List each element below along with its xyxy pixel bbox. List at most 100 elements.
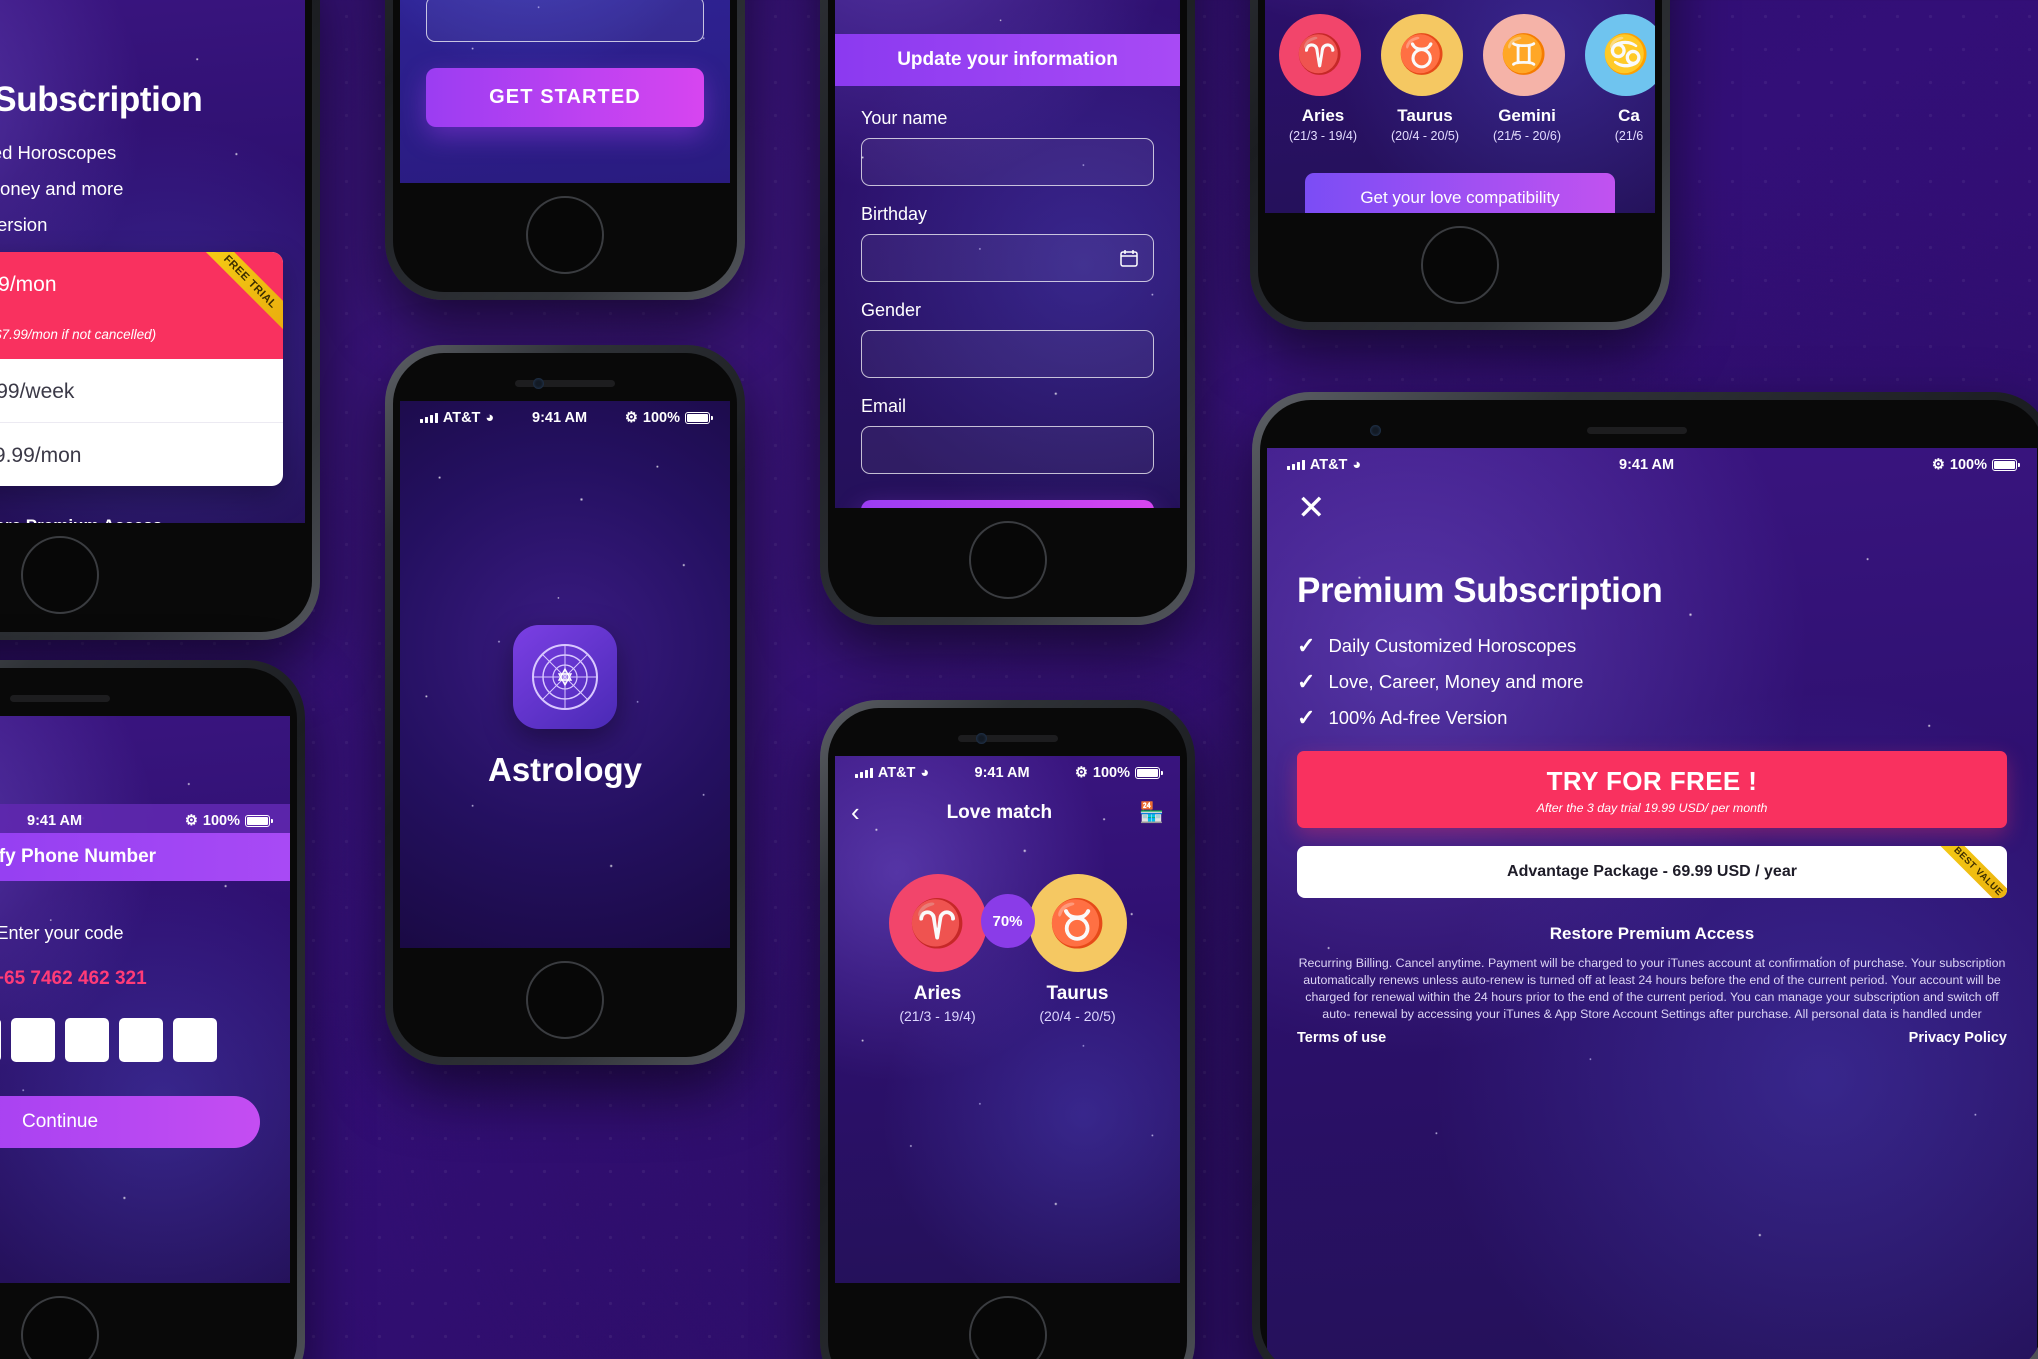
get-started-button[interactable]: GET STARTED [861, 500, 1154, 508]
field-group-name: Your name [861, 108, 1154, 186]
continue-button[interactable]: Continue [0, 1096, 260, 1148]
screen-zodiac-list: ♈ Aries (21/3 - 19/4) ♉ Taurus (20/4 - 2… [1265, 0, 1655, 213]
screen-verify: AT&T ◕ 9:41 AM ⚙ 100% Verify Phone Numbe… [0, 716, 290, 1283]
carrier-label: AT&T [442, 410, 481, 426]
phone-number-row[interactable]: ✎ +65 7462 462 321 [0, 968, 260, 990]
page-title: Premium Subscription [0, 80, 203, 119]
match-left[interactable]: ♈ Aries (21/3 - 19/4) [888, 874, 987, 1024]
feature-item: ✓ 100% Ad-free Version [0, 214, 283, 236]
zodiac-avatar: ♈ [1279, 14, 1361, 96]
store-icon[interactable]: 🏪 [1139, 800, 1164, 825]
legal-text: Recurring Billing. Cancel anytime. Payme… [1298, 956, 2006, 1021]
feature-label: Love, Career, Money and more [1328, 671, 1584, 692]
zodiac-dates: (21/3 - 19/4) [899, 1008, 976, 1024]
check-icon: ✓ [1297, 633, 1316, 658]
match-percent-badge: 70% [980, 894, 1035, 948]
home-button[interactable] [21, 1296, 99, 1359]
signal-icon [420, 413, 438, 423]
love-compatibility-button[interactable]: Get your love compatibility [1305, 173, 1615, 213]
ribbon-label: FREE TRIAL [189, 252, 283, 343]
calendar-icon [1120, 250, 1138, 267]
close-icon[interactable]: ✕ [0, 30, 283, 64]
page-title: Premium Subscription [1297, 571, 1663, 610]
feature-item: ✓ 100% Ad-free Version [1297, 707, 2007, 729]
zodiac-name: Gemini [1498, 106, 1556, 125]
phone-speaker [957, 735, 1058, 742]
plan-price: $9.99/mon [0, 444, 82, 467]
carrier-label: AT&T [1309, 457, 1348, 473]
gender-input[interactable] [861, 330, 1154, 378]
plan-price: $4.99/week [0, 380, 75, 403]
free-trial-ribbon: FREE TRIAL [179, 252, 283, 356]
zodiac-avatar: ♉ [1028, 874, 1127, 972]
match-right[interactable]: ♉ Taurus (20/4 - 20/5) [1028, 874, 1127, 1024]
input-field[interactable] [426, 0, 704, 42]
otp-input-group[interactable]: 8 [0, 1018, 260, 1062]
zodiac-item-taurus[interactable]: ♉ Taurus (20/4 - 20/5) [1381, 14, 1469, 143]
zodiac-name: Taurus [1397, 106, 1453, 125]
home-button[interactable] [1421, 226, 1499, 304]
phone-premium-right: AT&T ◕ 9:41 AM ⚙ 100% ✕ Premium Subscrip… [1252, 392, 2038, 1359]
otp-digit[interactable] [65, 1018, 109, 1062]
screen-update-info: Update your information Your name Birthd… [835, 0, 1180, 508]
phone-speaker [10, 695, 110, 702]
zodiac-item-gemini[interactable]: ♊ Gemini (21/5 - 20/6) [1483, 14, 1571, 143]
otp-digit[interactable] [119, 1018, 163, 1062]
carrier-label: AT&T [877, 765, 916, 781]
otp-digit[interactable] [11, 1018, 55, 1062]
check-icon: ✓ [1297, 669, 1316, 694]
restore-premium-link[interactable]: Restore Premium Access [0, 516, 283, 523]
restore-premium-link[interactable]: Restore Premium Access [1297, 924, 2007, 944]
email-input[interactable] [861, 426, 1154, 474]
phone-verify: AT&T ◕ 9:41 AM ⚙ 100% Verify Phone Numbe… [0, 660, 305, 1359]
phone-speaker [515, 380, 615, 387]
field-label: Gender [861, 300, 922, 320]
feature-label: Daily Customized Horoscopes [1328, 635, 1577, 656]
feature-label: 100% Ad-free Version [0, 214, 48, 235]
screen-header: Verify Phone Number [0, 833, 290, 881]
battery-icon [1991, 459, 2020, 471]
zodiac-dates: (21/3 - 19/4) [1288, 129, 1358, 143]
zodiac-dates: (20/4 - 20/5) [1390, 129, 1460, 143]
home-button[interactable] [526, 961, 604, 1039]
try-label: TRY FOR FREE ! [1546, 766, 1758, 796]
close-icon[interactable]: ✕ [1297, 491, 2007, 525]
plan-option-month[interactable]: 1 month $9.99/mon [0, 423, 283, 486]
front-camera [1370, 425, 1381, 436]
field-label: Your name [861, 108, 948, 128]
otp-digit[interactable] [173, 1018, 217, 1062]
back-icon[interactable]: ‹ [851, 797, 860, 828]
advantage-package-option[interactable]: Advantage Package - 69.99 USD / year BES… [1297, 846, 2007, 898]
terms-link[interactable]: Terms of use [1297, 1030, 1386, 1046]
zodiac-item-aries[interactable]: ♈ Aries (21/3 - 19/4) [1279, 14, 1367, 143]
plan-option-week[interactable]: 1 week $4.99/week [0, 359, 283, 423]
feature-label: Love, Career, Money and more [0, 178, 124, 199]
otp-digit[interactable] [0, 1018, 1, 1062]
privacy-link[interactable]: Privacy Policy [1909, 1030, 2007, 1046]
page-title: Love match [946, 801, 1053, 823]
plan-list: 1 year $7.99/mon (3-days free trial, the… [0, 252, 283, 486]
screen-premium-left: ✕ Premium Subscription ✓ Daily Customize… [0, 0, 305, 523]
wifi-icon: ◕ [1352, 457, 1362, 473]
name-input[interactable] [861, 138, 1154, 186]
match-pair: ♈ Aries (21/3 - 19/4) 70% ♉ Taurus (20/4… [835, 874, 1180, 1024]
field-label: Birthday [861, 204, 928, 224]
home-button[interactable] [968, 521, 1047, 599]
aries-icon: ♈ [908, 896, 967, 949]
home-button[interactable] [526, 196, 604, 274]
match-percent: 70% [992, 912, 1023, 930]
feature-item: ✓ Daily Customized Horoscopes [1297, 635, 2007, 657]
try-for-free-button[interactable]: TRY FOR FREE ! After the 3 day trial 19.… [1297, 751, 2007, 828]
zodiac-item-cancer[interactable]: ♋ Ca (21/6 [1585, 14, 1655, 143]
navigation-bar: ‹ Love match 🏪 [835, 797, 1180, 828]
instruction-text: Enter your code [0, 923, 124, 943]
zodiac-wheel-icon [532, 644, 598, 710]
ribbon-label: BEST VALUE [1921, 846, 2007, 898]
home-button[interactable] [968, 1296, 1047, 1359]
phone-number: +65 7462 462 321 [0, 968, 147, 989]
get-started-button[interactable]: GET STARTED [426, 68, 704, 127]
app-name: Astrology [487, 751, 642, 788]
home-button[interactable] [21, 536, 99, 614]
plan-option-year[interactable]: 1 year $7.99/mon (3-days free trial, the… [0, 252, 283, 359]
birthday-input[interactable] [861, 234, 1154, 282]
